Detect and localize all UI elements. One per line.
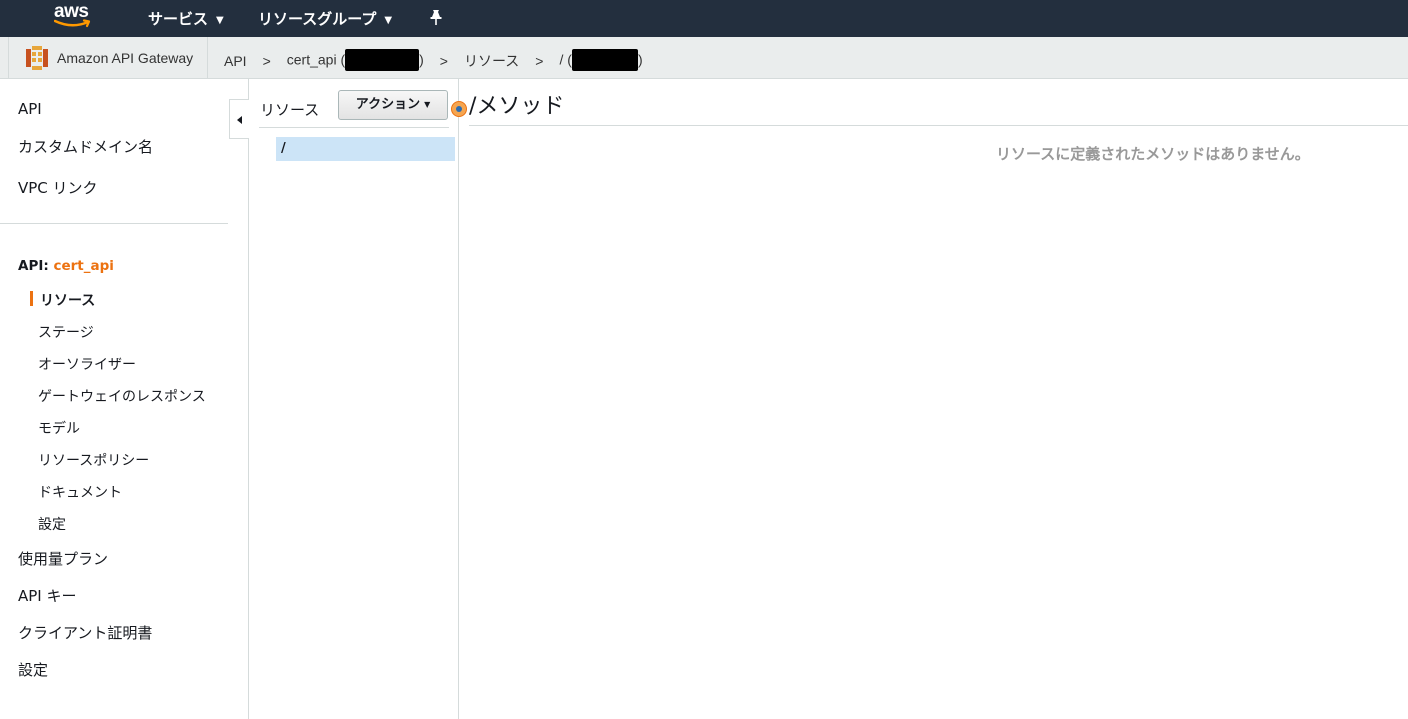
sidebar-divider xyxy=(0,223,228,224)
sidebar-item-vpc-link[interactable]: VPC リンク xyxy=(18,177,98,198)
breadcrumb-separator: > xyxy=(439,53,448,69)
chevron-down-icon: ▼ xyxy=(424,100,431,109)
sidebar-item-stages[interactable]: ステージ xyxy=(38,322,94,342)
resource-path: / xyxy=(281,141,286,156)
empty-methods-message: リソースに定義されたメソッドはありません。 xyxy=(996,145,1310,163)
resource-groups-menu-label: リソースグループ xyxy=(258,10,377,28)
chevron-down-icon: ▼ xyxy=(384,15,393,26)
resource-tree-title: リソース xyxy=(260,101,320,119)
sidebar-item-api-settings[interactable]: 設定 xyxy=(38,514,66,534)
api-gateway-icon xyxy=(26,46,48,70)
sidebar-item-gateway-responses[interactable]: ゲートウェイのレスポンス xyxy=(38,386,206,406)
sidebar-item-settings[interactable]: 設定 xyxy=(18,659,48,680)
breadcrumb-separator: > xyxy=(262,53,271,69)
breadcrumb-paren: ) xyxy=(637,51,643,68)
breadcrumb-cert-api-label: cert_api ( xyxy=(286,51,346,68)
resource-tree-divider xyxy=(259,127,449,128)
resize-handle[interactable] xyxy=(451,101,467,117)
resource-groups-menu[interactable]: リソースグループ ▼ xyxy=(258,8,392,29)
sidebar: API カスタムドメイン名 VPC リンク API: cert_api リソース… xyxy=(0,79,249,719)
breadcrumb-cert-api[interactable]: cert_api () xyxy=(286,49,424,72)
breadcrumb: API > cert_api () > リソース > / () xyxy=(224,49,643,72)
aws-smile-icon xyxy=(54,19,91,28)
sidebar-item-api-keys[interactable]: API キー xyxy=(18,585,77,606)
sidebar-collapse-button[interactable] xyxy=(229,99,249,139)
aws-logo[interactable]: aws xyxy=(52,1,96,33)
sidebar-item-api[interactable]: API xyxy=(18,100,42,118)
redacted-block xyxy=(345,49,420,71)
sidebar-item-authorizers[interactable]: オーソライザー xyxy=(38,354,136,374)
sidebar-item-resources[interactable]: リソース xyxy=(40,290,95,310)
breadcrumb-api[interactable]: API xyxy=(224,53,247,69)
service-name: Amazon API Gateway xyxy=(57,50,194,66)
resource-tree-item-root[interactable]: / xyxy=(276,137,455,161)
api-heading-name[interactable]: cert_api xyxy=(53,258,113,274)
redacted-block xyxy=(571,49,638,71)
breadcrumb-root-label: / ( xyxy=(559,51,572,68)
breadcrumb-bar: Amazon API Gateway API > cert_api () > リ… xyxy=(0,37,1408,79)
sidebar-item-models[interactable]: モデル xyxy=(38,418,80,438)
caret-left-icon xyxy=(237,116,242,124)
active-indicator xyxy=(30,291,33,306)
services-menu[interactable]: サービス ▼ xyxy=(148,8,224,29)
pin-icon[interactable] xyxy=(428,9,444,27)
sidebar-item-client-certificates[interactable]: クライアント証明書 xyxy=(18,622,152,643)
chevron-down-icon: ▼ xyxy=(216,15,224,26)
breadcrumb-separator: > xyxy=(535,53,544,69)
title-divider xyxy=(469,125,1408,126)
api-heading: API: cert_api xyxy=(18,258,114,274)
services-menu-label: サービス xyxy=(148,10,209,28)
service-home-link[interactable]: Amazon API Gateway xyxy=(8,37,208,78)
page-title: /メソッド xyxy=(469,94,565,119)
breadcrumb-paren: ) xyxy=(419,51,424,68)
actions-dropdown-button[interactable]: アクション ▼ xyxy=(338,90,448,120)
breadcrumb-root[interactable]: / () xyxy=(559,49,643,72)
sidebar-item-usage-plans[interactable]: 使用量プラン xyxy=(18,548,108,569)
top-navigation-bar: aws サービス ▼ リソースグループ ▼ xyxy=(0,0,1408,37)
api-heading-prefix: API: xyxy=(18,258,54,274)
sidebar-item-custom-domain[interactable]: カスタムドメイン名 xyxy=(18,136,153,157)
breadcrumb-resources[interactable]: リソース xyxy=(464,51,519,71)
actions-button-label: アクション xyxy=(355,97,421,112)
resource-tree-panel: リソース アクション ▼ / xyxy=(249,79,459,719)
sidebar-item-documentation[interactable]: ドキュメント xyxy=(38,482,122,502)
sidebar-item-resource-policy[interactable]: リソースポリシー xyxy=(38,450,149,470)
